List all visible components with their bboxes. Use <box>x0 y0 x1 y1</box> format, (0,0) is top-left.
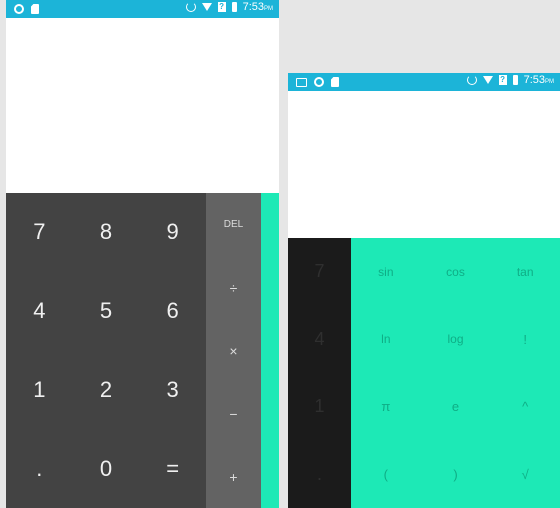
status-bar: ? 7:53PM <box>288 73 560 91</box>
wifi-icon <box>482 76 493 84</box>
calculator-screen-basic: ? 7:53PM 7 8 9 4 5 6 1 2 3 . 0 = DEL ÷ ×… <box>6 0 279 508</box>
add-button[interactable]: + <box>206 445 261 508</box>
ln-button[interactable]: ln <box>351 306 421 374</box>
multiply-button[interactable]: × <box>206 319 261 382</box>
cos-button[interactable]: cos <box>421 238 491 306</box>
digit-2-button[interactable]: 2 <box>73 351 140 430</box>
digit-6-button[interactable]: 6 <box>139 272 206 351</box>
tan-button[interactable]: tan <box>490 238 560 306</box>
wifi-icon <box>201 3 212 11</box>
sim-signal-icon: ? <box>498 75 507 85</box>
sim-card-icon <box>31 4 39 14</box>
operator-pad: DEL ÷ × − + <box>206 193 261 508</box>
digit-7-button: 7 <box>314 261 325 282</box>
digit-0-button[interactable]: 0 <box>73 429 140 508</box>
equals-button[interactable]: = <box>139 429 206 508</box>
status-bar: ? 7:53PM <box>6 0 279 18</box>
battery-icon <box>231 2 237 12</box>
ring-icon <box>14 4 24 14</box>
sync-icon <box>466 75 477 85</box>
power-button[interactable]: ^ <box>490 373 560 441</box>
square-root-button[interactable]: √ <box>490 441 560 508</box>
digit-8-button[interactable]: 8 <box>73 193 140 272</box>
advanced-functions-panel: sin cos tan ln log ! π e ^ ( ) √ <box>351 238 560 508</box>
subtract-button[interactable]: − <box>206 382 261 445</box>
divide-button[interactable]: ÷ <box>206 256 261 319</box>
number-pad-dimmed: 7 4 1 . <box>288 238 351 508</box>
image-icon <box>296 78 307 87</box>
number-pad: 7 8 9 4 5 6 1 2 3 . 0 = <box>6 193 206 508</box>
clock: 7:53PM <box>242 1 273 13</box>
digit-4-button[interactable]: 4 <box>6 272 73 351</box>
factorial-button[interactable]: ! <box>490 306 560 374</box>
log-button[interactable]: log <box>421 306 491 374</box>
digit-9-button[interactable]: 9 <box>139 193 206 272</box>
digit-7-button[interactable]: 7 <box>6 193 73 272</box>
ring-icon <box>314 77 324 87</box>
decimal-point-button[interactable]: . <box>6 429 73 508</box>
digit-3-button[interactable]: 3 <box>139 351 206 430</box>
digit-1-button: 1 <box>314 396 325 417</box>
close-paren-button[interactable]: ) <box>421 441 491 508</box>
calculator-screen-advanced: ? 7:53PM 7 4 1 . sin cos tan ln log ! π … <box>288 73 560 508</box>
advanced-panel-handle[interactable] <box>261 193 279 508</box>
pi-button[interactable]: π <box>351 373 421 441</box>
delete-button[interactable]: DEL <box>206 193 261 256</box>
sim-card-icon <box>331 77 339 87</box>
battery-icon <box>512 75 518 85</box>
digit-5-button[interactable]: 5 <box>73 272 140 351</box>
decimal-point-button: . <box>316 463 322 484</box>
e-constant-button[interactable]: e <box>421 373 491 441</box>
sync-icon <box>185 2 196 12</box>
open-paren-button[interactable]: ( <box>351 441 421 508</box>
sim-signal-icon: ? <box>217 2 226 12</box>
sin-button[interactable]: sin <box>351 238 421 306</box>
digit-4-button: 4 <box>314 328 325 349</box>
digit-1-button[interactable]: 1 <box>6 351 73 430</box>
clock: 7:53PM <box>523 74 554 86</box>
